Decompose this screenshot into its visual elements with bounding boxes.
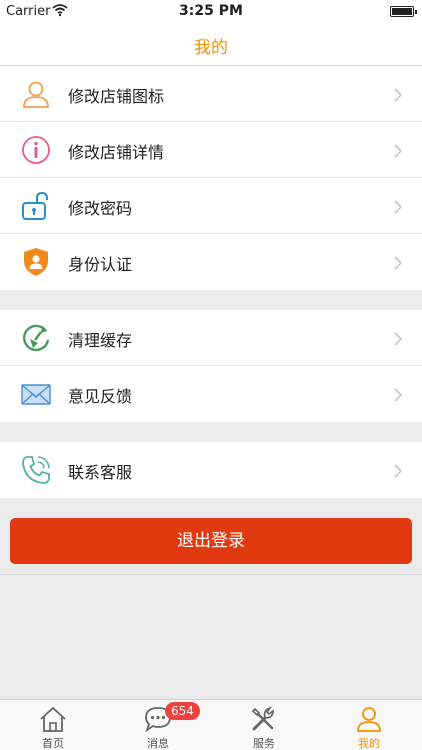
status-bar: Carrier 3:25 PM	[0, 0, 422, 22]
status-time: 3:25 PM	[179, 3, 243, 19]
menu-item-label: 身份认证	[68, 255, 133, 274]
logout-button[interactable]: 退出登录	[10, 518, 412, 564]
tab-label: 首页	[42, 737, 64, 750]
home-icon	[40, 706, 66, 732]
menu-item-contact-support[interactable]: 联系客服	[0, 442, 422, 498]
nav-bar: 我的	[0, 22, 422, 66]
page-title: 我的	[194, 38, 228, 58]
menu-item-change-store-icon[interactable]: 修改店铺图标	[0, 66, 422, 122]
menu-item-change-password[interactable]: 修改密码	[0, 178, 422, 234]
menu-item-change-store-details[interactable]: 修改店铺详情	[0, 122, 422, 178]
settings-group-support: 联系客服	[0, 442, 422, 498]
menu-item-clear-cache[interactable]: 清理缓存	[0, 310, 422, 366]
info-icon	[22, 136, 50, 164]
chevron-right-icon	[394, 464, 402, 478]
menu-item-label: 修改店铺图标	[68, 87, 165, 106]
tab-label: 服务	[253, 737, 275, 750]
tools-icon	[251, 706, 274, 731]
chevron-right-icon	[394, 200, 402, 214]
mail-icon	[21, 384, 51, 405]
tab-label: 消息	[147, 737, 169, 750]
menu-item-label: 修改店铺详情	[68, 143, 165, 162]
user-icon	[23, 81, 49, 108]
menu-item-label: 清理缓存	[68, 331, 133, 350]
tab-services[interactable]: 服务	[211, 700, 317, 750]
menu-item-label: 联系客服	[68, 463, 133, 482]
menu-item-feedback[interactable]: 意见反馈	[0, 366, 422, 422]
chevron-right-icon	[394, 388, 402, 402]
tab-bar: 首页 654 消息 服务 我的	[0, 699, 422, 750]
chevron-right-icon	[394, 88, 402, 102]
menu-item-identity-verification[interactable]: 身份认证	[0, 234, 422, 290]
person-icon	[357, 707, 381, 732]
unread-badge: 654	[165, 702, 200, 720]
tab-mine[interactable]: 我的	[316, 700, 422, 750]
settings-group-app: 清理缓存 意见反馈	[0, 310, 422, 422]
phone-icon	[22, 456, 50, 484]
settings-group-account: 修改店铺图标 修改店铺详情 修改密码 身份认证	[0, 66, 422, 290]
tab-home[interactable]: 首页	[0, 700, 106, 750]
chevron-right-icon	[394, 256, 402, 270]
divider	[0, 574, 422, 575]
chevron-right-icon	[394, 332, 402, 346]
shield-user-icon	[24, 248, 48, 276]
menu-item-label: 修改密码	[68, 199, 133, 218]
menu-item-label: 意见反馈	[68, 387, 133, 406]
broom-refresh-icon	[23, 324, 50, 352]
tab-label: 我的	[358, 737, 380, 750]
tab-messages[interactable]: 654 消息	[105, 700, 211, 750]
battery-icon	[390, 6, 417, 17]
chevron-right-icon	[394, 144, 402, 158]
unlock-icon	[22, 191, 48, 220]
